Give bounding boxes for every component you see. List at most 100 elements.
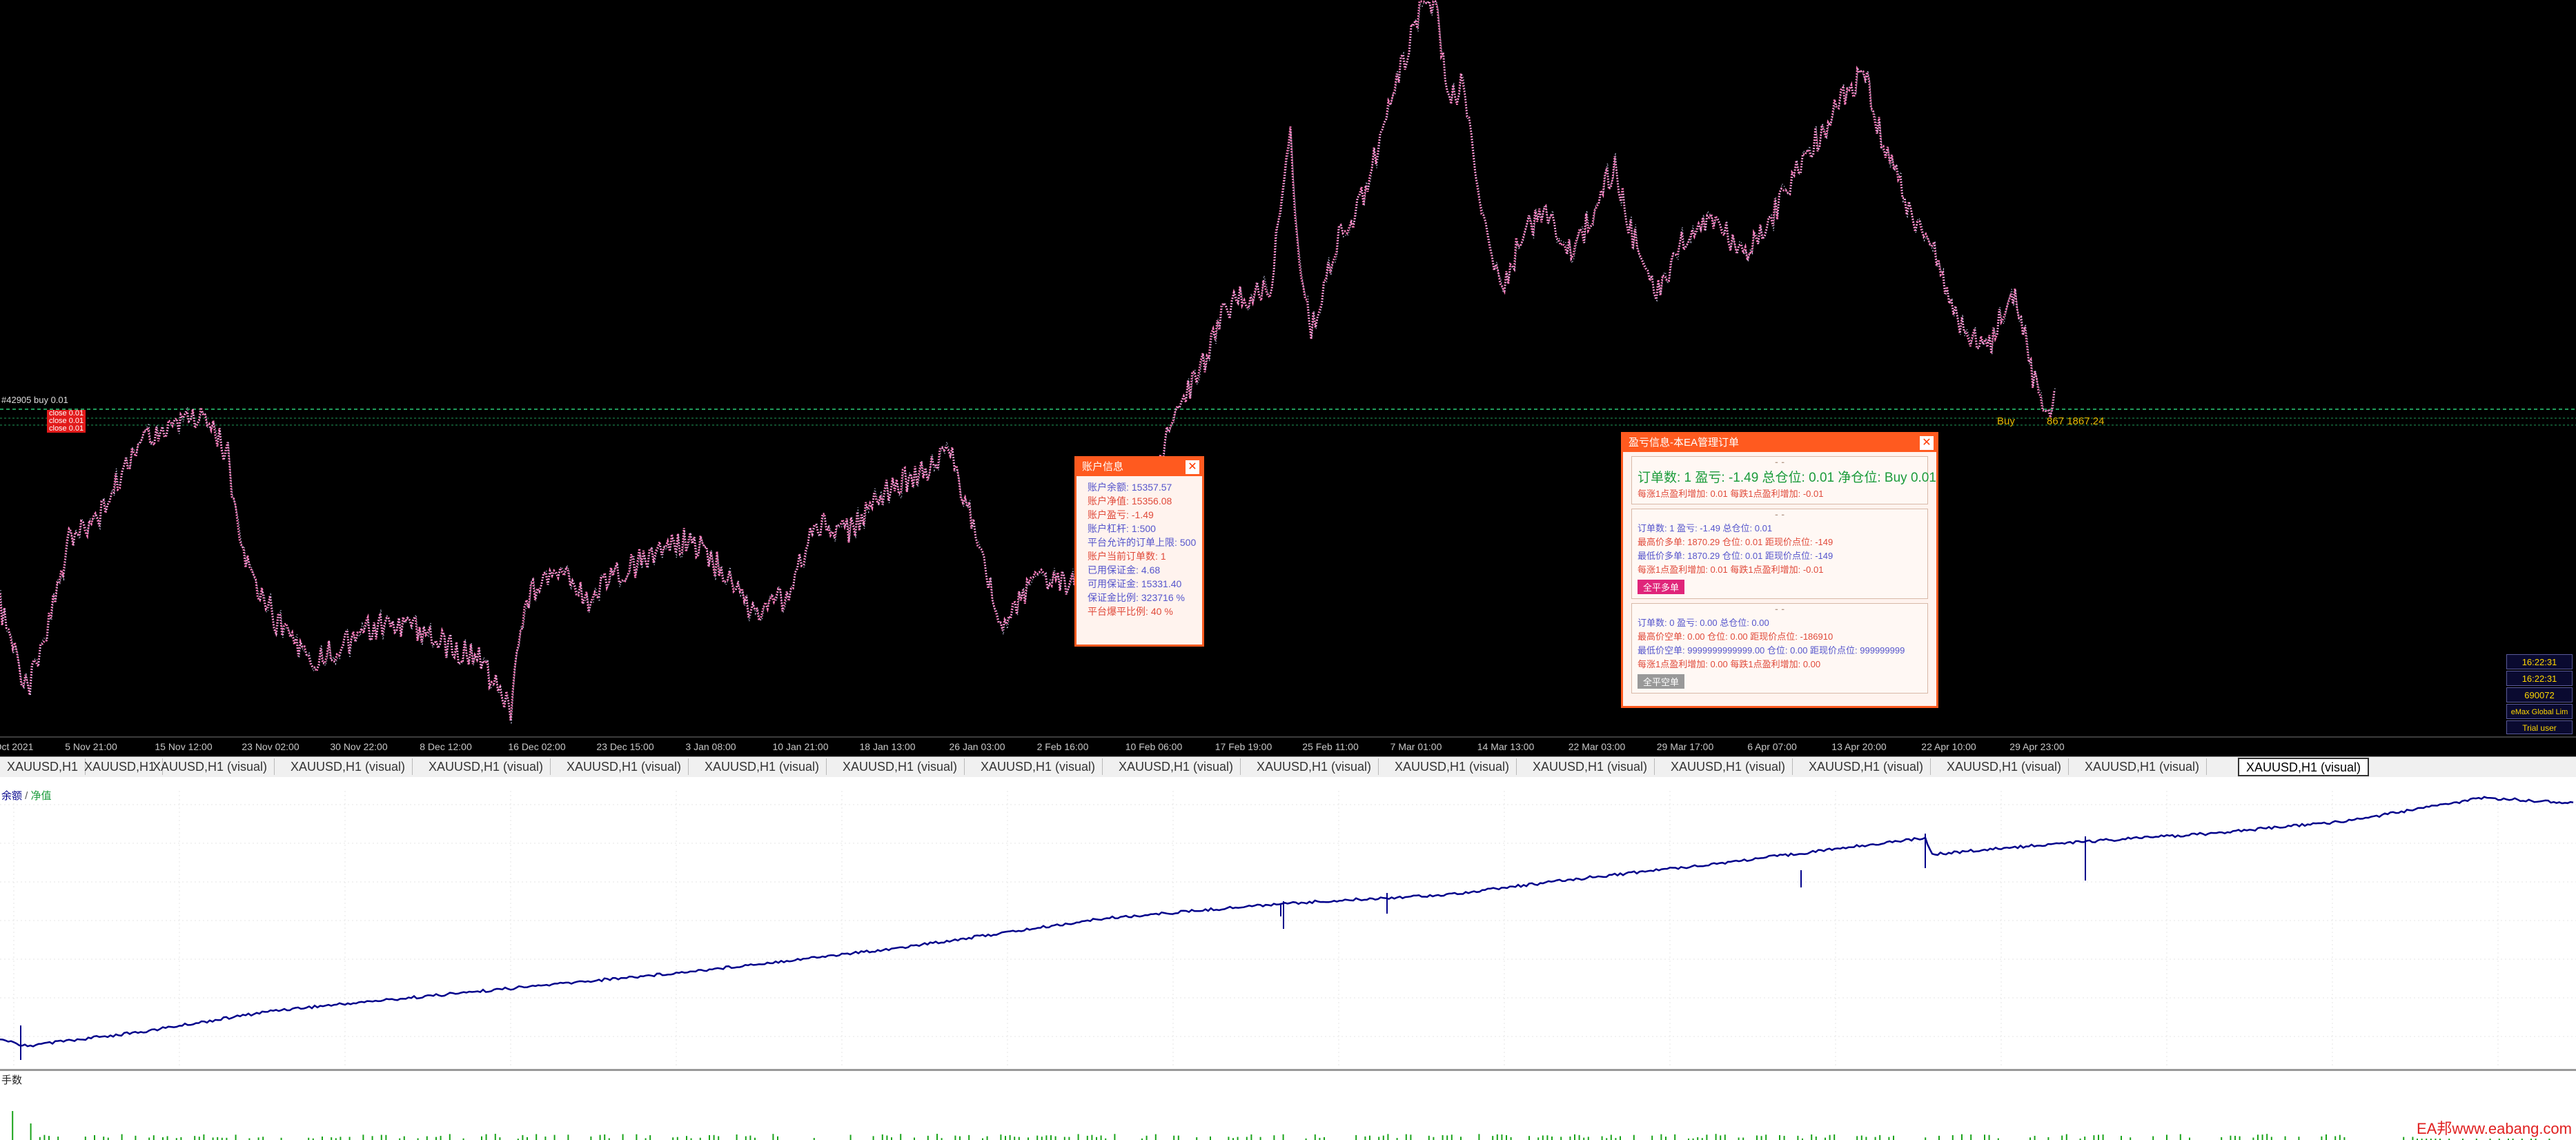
volume-bar — [1314, 1134, 1316, 1140]
volume-bar — [2412, 1137, 2414, 1140]
chart-tab[interactable]: XAUUSD,H1 (visual) — [836, 758, 965, 775]
chart-tab[interactable]: XAUUSD,H1 — [0, 758, 86, 775]
chart-tab[interactable]: XAUUSD,H1 (visual) — [1250, 758, 1379, 775]
volume-bar — [1077, 1134, 1079, 1140]
volume-bar — [48, 1136, 50, 1140]
drag-handle-icon[interactable]: ⁃ ⁃ — [1638, 606, 1922, 616]
volume-bar — [2343, 1137, 2346, 1140]
active-chart-tab[interactable]: XAUUSD,H1 (visual) — [2238, 758, 2370, 776]
volume-bar — [1587, 1137, 1589, 1140]
volume-bar — [527, 1137, 528, 1140]
volume-bar — [1091, 1134, 1093, 1140]
volume-bar — [1050, 1135, 1052, 1140]
close-all-buy-button[interactable]: 全平多单 — [1638, 580, 1685, 594]
volume-bar — [522, 1134, 524, 1140]
price-chart[interactable]: #42905 buy 0.01 close 0.01 close 0.01 cl… — [0, 0, 2576, 756]
volume-bar — [749, 1135, 751, 1140]
chart-tab[interactable]: XAUUSD,H1 (visual) — [1940, 758, 2069, 775]
close-icon[interactable]: ✕ — [1920, 436, 1934, 450]
volume-bar — [435, 1137, 437, 1140]
volume-bar — [849, 1134, 852, 1140]
volume-bar — [777, 1136, 778, 1140]
volume-bar — [380, 1134, 382, 1140]
chart-tab[interactable]: XAUUSD,H1 (visual) — [974, 758, 1103, 775]
volume-bar — [2029, 1137, 2031, 1140]
volume-bar — [1720, 1135, 1722, 1140]
chart-tab[interactable]: XAUUSD,H1 (visual) — [698, 758, 827, 775]
volume-bar — [1428, 1135, 1430, 1140]
drag-handle-icon[interactable]: ⁃ ⁃ — [1638, 459, 1922, 469]
buy-price-label: Buy 867 1867.24 — [1997, 415, 2104, 427]
volume-bar — [1478, 1134, 1480, 1140]
volume-bar — [1382, 1135, 1384, 1140]
chart-tab[interactable]: XAUUSD,H1 (visual) — [1526, 758, 1655, 775]
volume-bar — [1364, 1136, 1366, 1140]
volume-bar — [891, 1137, 892, 1140]
account-row-label: 已用保证金: — [1088, 564, 1139, 576]
volume-bar — [2230, 1135, 2232, 1140]
volume-bar — [43, 1134, 46, 1140]
volume-bar — [2084, 1137, 2086, 1140]
volume-bar — [2298, 1137, 2300, 1140]
orders-panel[interactable]: 盈亏信息-本EA管理订单 ✕ ⁃ ⁃ 订单数: 1 盈亏: -1.49 总仓位:… — [1621, 432, 1938, 708]
volume-bars-canvas — [12, 1111, 2550, 1140]
volume-bar — [914, 1137, 915, 1140]
account-panel-title-bar[interactable]: 账户信息 ✕ — [1076, 458, 1202, 476]
volume-bar — [262, 1137, 264, 1140]
chart-tab[interactable]: XAUUSD,H1 (visual) — [1388, 758, 1517, 775]
volume-bar — [2326, 1134, 2327, 1140]
volume-bar — [1583, 1137, 1585, 1140]
account-row: 已用保证金: 4.68 — [1076, 563, 1202, 577]
volume-bar — [900, 1134, 902, 1140]
volume-bar — [959, 1136, 961, 1140]
close-tags: close 0.01 close 0.01 close 0.01 — [47, 410, 86, 433]
volume-bar — [954, 1135, 956, 1140]
volume-bar — [362, 1134, 364, 1140]
chart-tab[interactable]: XAUUSD,H1 (visual) — [2078, 758, 2208, 775]
volume-bar — [1433, 1137, 1435, 1140]
drag-handle-icon[interactable]: ⁃ ⁃ — [1638, 511, 1922, 522]
volume-bar — [1815, 1136, 1817, 1140]
sell-orders-box: ⁃ ⁃ 订单数: 0 盈亏: 0.00 总仓位: 0.00 最高价空单: 0.00… — [1631, 603, 1928, 694]
volume-bar — [2234, 1135, 2236, 1140]
chart-tab[interactable]: XAUUSD,H1 (visual) — [284, 758, 413, 775]
account-info-panel[interactable]: 账户信息 ✕ 账户余额: 15357.57 账户净值: 15356.08 账户盈亏: -1… — [1074, 456, 1204, 647]
volume-bar — [1086, 1135, 1088, 1140]
volume-bar — [2093, 1135, 2095, 1140]
chart-tab[interactable]: XAUUSD,H1 (visual) — [1802, 758, 1931, 775]
volume-bar — [148, 1137, 150, 1140]
chart-tab[interactable]: XAUUSD,H1 (visual) — [146, 758, 275, 775]
orders-panel-title-bar[interactable]: 盈亏信息-本EA管理订单 ✕ — [1623, 434, 1936, 452]
volume-bar — [2257, 1134, 2259, 1140]
volume-bar — [936, 1134, 938, 1140]
volume-bar — [1833, 1134, 1836, 1140]
account-row-label: 平台爆平比例: — [1088, 606, 1148, 617]
volume-bar — [567, 1134, 569, 1140]
volume-bar — [1546, 1135, 1548, 1140]
volume-bar — [2065, 1134, 2067, 1140]
close-all-sell-button[interactable]: 全平空单 — [1638, 674, 1685, 689]
volume-bar — [2284, 1136, 2286, 1140]
equity-chart[interactable]: 余额 / 净值 — [0, 777, 2576, 1071]
volume-bar — [57, 1137, 59, 1140]
volume-bar — [1250, 1134, 1252, 1140]
volume-bar — [1651, 1135, 1653, 1140]
chart-tab[interactable]: XAUUSD,H1 (visual) — [422, 758, 551, 775]
volume-bar — [348, 1137, 351, 1140]
chart-tab[interactable]: XAUUSD,H1 (visual) — [560, 758, 689, 775]
volume-bar — [1551, 1136, 1553, 1140]
x-axis-label: 15 Nov 12:00 — [155, 741, 213, 752]
account-row-value: 15357.57 — [1131, 482, 1172, 493]
close-icon[interactable]: ✕ — [1186, 460, 1199, 474]
chart-tab[interactable]: XAUUSD,H1 (visual) — [1664, 758, 1793, 775]
volume-bar — [153, 1135, 155, 1140]
volume-bar — [1938, 1135, 1940, 1140]
volume-bar — [544, 1136, 547, 1140]
volume-bar — [636, 1134, 638, 1140]
volume-bar — [1674, 1134, 1676, 1140]
volume-bar — [2121, 1135, 2122, 1140]
account-row: 保证金比例: 323716 % — [1076, 591, 1202, 605]
price-chart-canvas[interactable] — [0, 0, 2576, 756]
chart-tab[interactable]: XAUUSD,H1 (visual) — [1112, 758, 1241, 775]
buy-label-text: Buy — [1997, 415, 2018, 427]
